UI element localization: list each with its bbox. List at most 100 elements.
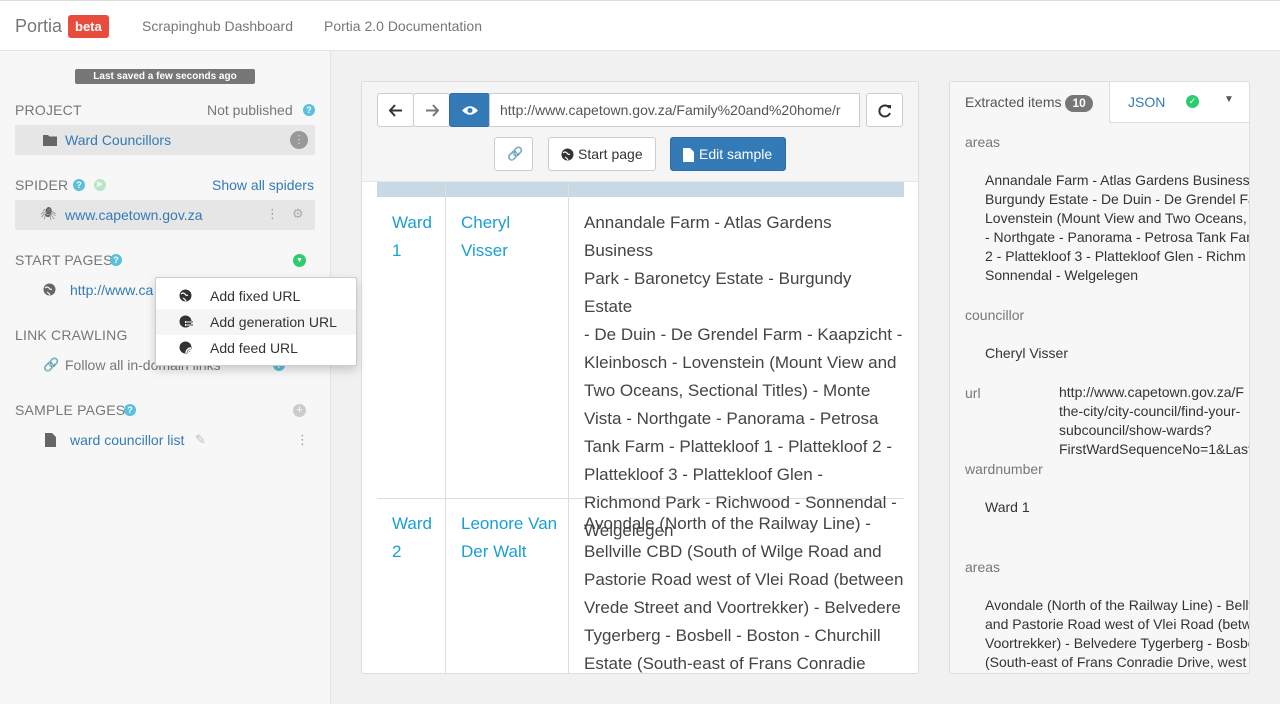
link-icon: 🔗 [43,357,60,372]
globe-icon [179,289,192,302]
chevron-down-icon[interactable]: ▼ [1224,94,1234,105]
link-icon: 🔗 [507,146,524,161]
nav-link-docs[interactable]: Portia 2.0 Documentation [324,18,482,34]
tab-json[interactable]: JSON [1128,94,1165,110]
spider-heading: SPIDER [15,177,69,193]
menu-item-add-feed-url[interactable]: Add feed URL [156,335,356,361]
value-line: subcouncil/show-wards? [1059,422,1212,438]
sample-pages-heading: SAMPLE PAGES [15,402,126,418]
column-divider [445,182,446,673]
value-line: Avondale (North of the Railway Line) - B… [985,597,1249,613]
reload-button[interactable] [866,93,903,127]
value-line: http://www.capetown.gov.za/F [1059,384,1244,400]
browser-view: http://www.capetown.gov.za/Family%20and%… [361,81,919,674]
arrow-left-icon [389,104,402,117]
cell-line: Der Walt [461,542,527,561]
value-line: (South-east of Frans Conradie Drive, wes… [985,654,1247,670]
pencil-icon[interactable]: ✎ [195,432,206,448]
help-icon[interactable]: ? [110,254,122,266]
field-value-areas: Avondale (North of the Railway Line) - B… [985,596,1249,672]
spider-name[interactable]: www.capetown.gov.za [65,207,202,223]
councillor-cell[interactable]: Leonore Van Der Walt [461,510,557,566]
extracted-items-panel: Extracted items 10 JSON ✓ ▼ areas Annanda… [949,81,1250,674]
cell-line: Park - Baronetcy Estate - Burgundy Estat… [584,269,852,316]
browser-toolbar: http://www.capetown.gov.za/Family%20and%… [362,82,918,182]
top-navbar: Portia beta Scrapinghub Dashboard Portia… [0,0,1280,51]
cell-line: Estate (South-east of Frans Conradie [584,654,866,673]
cell-line: 1 [392,241,402,260]
value-line: 2 - Plattekloof 3 - Plattekloof Glen - R… [985,248,1246,264]
sidebar: Last saved a few seconds ago PROJECT Not… [0,51,331,704]
value-line: Lovenstein (Mount View and Two Oceans, [985,210,1247,226]
sample-options-icon[interactable]: ⋮ [296,432,309,448]
globe-icon [43,283,56,296]
start-page-url[interactable]: http://www.ca [70,282,153,298]
preview-toggle-button[interactable] [449,93,490,127]
back-button[interactable] [377,93,414,127]
cell-line: Kleinbosch - Lovenstein (Mount View and [584,353,897,372]
help-icon[interactable]: ? [124,404,136,416]
ward-cell[interactable]: Ward 1 [392,209,432,265]
value-line: Annandale Farm - Atlas Gardens Business [985,172,1249,188]
help-icon[interactable]: ? [303,104,315,116]
value-line: - Northgate - Panorama - Petrosa Tank Fa… [985,229,1249,245]
show-all-spiders-link[interactable]: Show all spiders [212,177,314,193]
add-sample-icon[interactable]: + [293,404,306,417]
cell-line: Vista - Northgate - Panorama - Petrosa [584,409,879,428]
menu-item-label: Add generation URL [210,314,337,330]
cell-line: Cheryl [461,213,511,232]
add-start-page-dropdown-icon[interactable]: ▼ [293,254,306,267]
ward-cell[interactable]: Ward 2 [392,510,432,566]
project-options-icon[interactable]: ⋮ [290,131,308,149]
spider-options-icon[interactable]: ⋮ [266,206,279,222]
file-icon [45,433,56,447]
column-divider [568,182,569,673]
feed-globe-icon [179,341,192,354]
start-pages-heading: START PAGES [15,252,113,268]
councillor-cell[interactable]: Cheryl Visser [461,209,510,265]
sample-page-name[interactable]: ward councillor list [70,432,184,448]
help-icon[interactable]: ? [73,179,85,191]
check-circle-icon: ✓ [1186,95,1199,108]
value-line: Sonnendal - Welgelegen [985,267,1139,283]
value-line: Burgundy Estate - De Duin - De Grendel F… [985,191,1249,207]
file-icon [683,148,694,162]
cell-line: Ward [392,514,432,533]
cell-line: Bellville CBD (South of Wilge Road and [584,542,882,561]
menu-item-add-fixed-url[interactable]: Add fixed URL [156,283,356,309]
areas-cell: Annandale Farm - Atlas Gardens Business … [584,209,904,545]
field-value-wardnumber: Ward 1 [985,499,1030,515]
link-button[interactable]: 🔗 [494,137,533,171]
beta-badge: beta [68,15,109,38]
spider-item[interactable]: 🕷 www.capetown.gov.za ⋮ ⚙ [15,200,315,230]
globe-icon [561,148,574,161]
menu-item-add-generation-url[interactable]: Add generation URL [156,309,356,335]
cell-line: Ward [392,213,432,232]
url-input[interactable]: http://www.capetown.gov.za/Family%20and%… [489,93,860,127]
project-item[interactable]: Ward Councillors ⋮ [15,125,315,155]
forward-button[interactable] [413,93,450,127]
cell-line: Tygerberg - Bosbell - Boston - Churchill [584,626,881,645]
project-heading: PROJECT [15,102,82,118]
value-line: the-city/city-council/find-your- [1059,403,1241,419]
start-page-button[interactable]: Start page [548,137,656,171]
value-line: Voortrekker) - Belvedere Tygerberg - Bos… [985,635,1249,651]
field-label-councillor: councillor [965,307,1025,323]
generation-globe-icon [179,315,193,328]
cell-line: Annandale Farm - Atlas Gardens Business [584,213,832,260]
field-label-wardnumber: wardnumber [965,461,1043,477]
cell-line: Pastorie Road west of Vlei Road (between [584,570,904,589]
gear-icon[interactable]: ⚙ [292,206,304,222]
spider-icon: 🕷 [40,206,57,221]
play-icon[interactable]: ▶ [94,179,106,191]
last-saved-label: Last saved a few seconds ago [75,69,255,84]
field-label-areas: areas [965,559,1001,575]
brand-logo[interactable]: Portia [15,16,62,37]
project-name[interactable]: Ward Councillors [65,132,171,148]
nav-link-dashboard[interactable]: Scrapinghub Dashboard [142,18,293,34]
tab-extracted-items[interactable]: Extracted items 10 [950,82,1110,123]
cell-line: Avondale (North of the Railway Line) - [584,514,871,533]
edit-sample-button[interactable]: Edit sample [670,137,786,171]
cell-line: 2 [392,542,402,561]
arrow-right-icon [426,104,439,117]
